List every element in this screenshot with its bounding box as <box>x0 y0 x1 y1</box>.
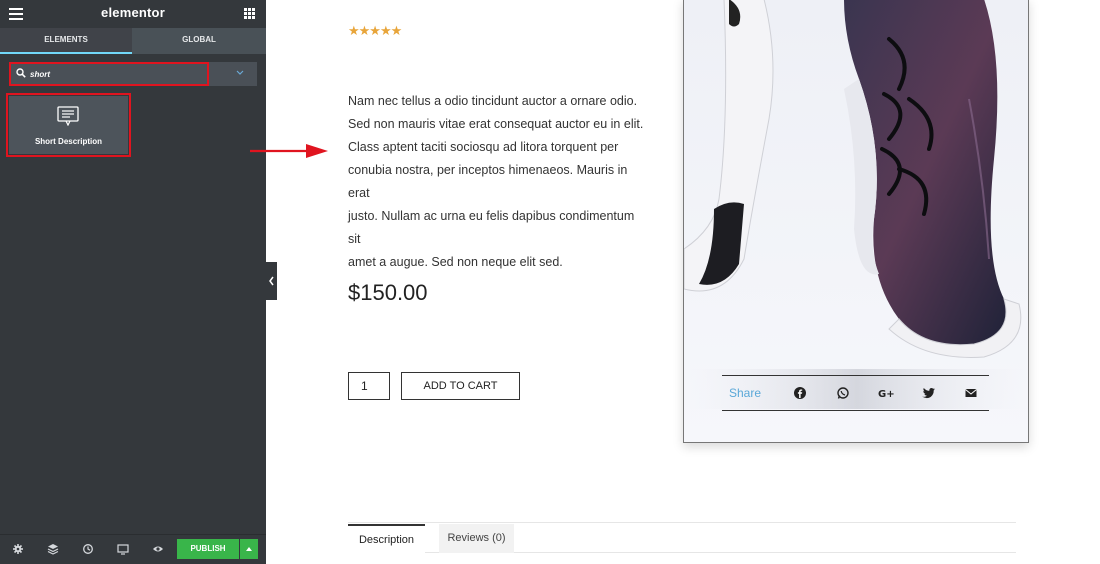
svg-text:G+: G+ <box>878 389 895 400</box>
preview-eye-icon[interactable] <box>152 543 164 555</box>
share-bar <box>722 375 989 411</box>
settings-gear-icon[interactable] <box>12 543 24 555</box>
responsive-desktop-icon[interactable] <box>117 543 129 555</box>
description-line: Nam nec tellus a odio tincidunt auctor a… <box>348 94 638 108</box>
twitter-icon[interactable] <box>921 386 935 400</box>
whatsapp-icon[interactable] <box>836 386 850 400</box>
elementor-panel: elementor ELEMENTS GLOBAL Short Descript… <box>0 0 266 564</box>
tab-reviews[interactable]: Reviews (0) <box>439 524 514 553</box>
quantity-input[interactable] <box>348 372 390 400</box>
description-line: amet a augue. Sed non neque elit sed. <box>348 255 563 269</box>
search-highlight-box <box>9 62 209 86</box>
chevron-left-icon <box>269 276 274 286</box>
share-label: Share <box>729 386 762 400</box>
panel-tabs: ELEMENTS GLOBAL <box>0 28 266 54</box>
google-plus-icon[interactable]: G+ <box>878 386 896 400</box>
tabs-divider <box>348 522 1016 523</box>
chevron-down-icon[interactable] <box>236 70 244 76</box>
tab-global[interactable]: GLOBAL <box>132 28 266 54</box>
tab-elements[interactable]: ELEMENTS <box>0 28 132 54</box>
widgets-grid-icon[interactable] <box>244 8 255 19</box>
widget-highlight-box <box>6 93 131 157</box>
panel-collapse-toggle[interactable] <box>266 262 277 300</box>
description-line: Class aptent taciti sociosqu ad litora t… <box>348 140 619 154</box>
publish-options-button[interactable] <box>240 539 258 559</box>
rating-stars: ★★★★★ <box>348 24 402 39</box>
navigator-layers-icon[interactable] <box>47 543 59 555</box>
description-line: conubia nostra, per inceptos himenaeos. … <box>348 163 628 200</box>
email-envelope-icon[interactable] <box>964 386 978 400</box>
add-to-cart-button[interactable]: ADD TO CART <box>401 372 520 400</box>
chevron-up-icon <box>246 547 252 551</box>
short-description-text: Nam nec tellus a odio tincidunt auctor a… <box>348 90 648 274</box>
description-line: Sed non mauris vitae erat consequat auct… <box>348 117 644 131</box>
publish-button[interactable]: PUBLISH <box>177 539 239 559</box>
facebook-icon[interactable] <box>793 386 807 400</box>
annotation-arrow-icon <box>250 144 328 158</box>
elementor-logo: elementor <box>101 5 165 20</box>
panel-header: elementor <box>0 0 266 28</box>
description-line: justo. Nullam ac urna eu felis dapibus c… <box>348 209 635 246</box>
product-price: $150.00 <box>348 280 428 305</box>
history-icon[interactable] <box>82 543 94 555</box>
tab-description[interactable]: Description <box>348 524 425 553</box>
